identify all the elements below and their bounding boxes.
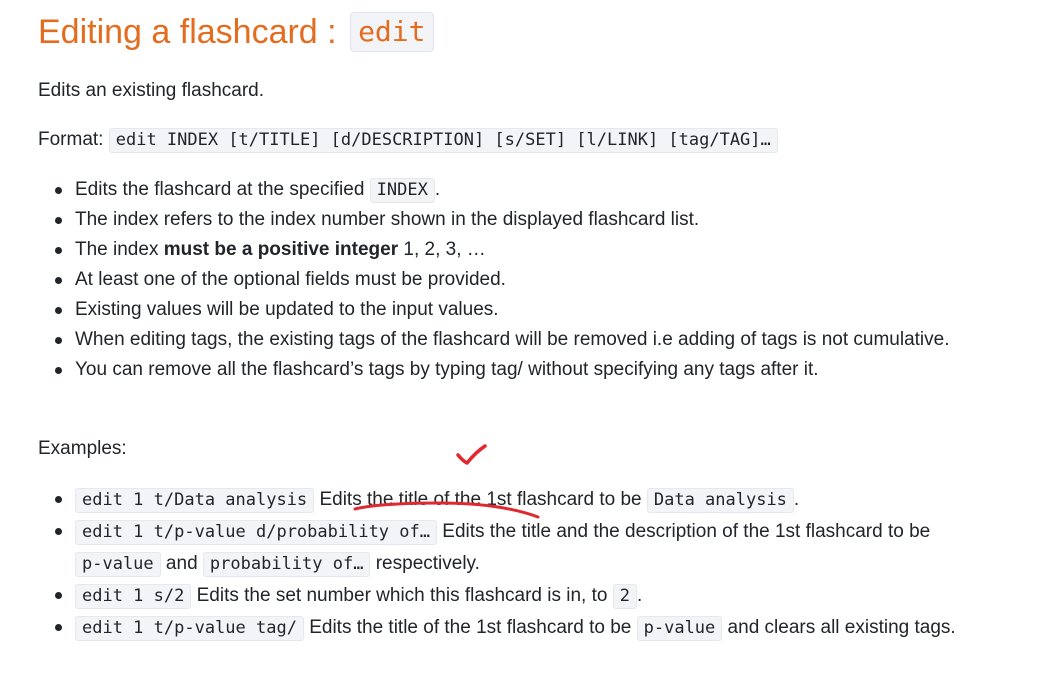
example-text: Edits the set number which this flashcar… <box>191 585 613 606</box>
example-code: Data analysis <box>646 488 794 513</box>
list-item: When editing tags, the existing tags of … <box>38 325 958 355</box>
example-text: and clears all existing tags. <box>722 617 956 638</box>
list-item: The index refers to the index number sho… <box>38 205 958 235</box>
example-text: . <box>793 489 800 510</box>
example-text: Edits the title of the 1st flashcard to … <box>303 617 637 638</box>
rules-list: Edits the flashcard at the specified IND… <box>38 175 958 385</box>
list-item: Existing values will be updated to the i… <box>38 295 958 325</box>
example-code: edit 1 s/2 <box>75 584 192 609</box>
example-text: Edits the title of the 1st flashcard to … <box>314 489 647 510</box>
example-code: p-value <box>75 552 161 577</box>
examples-list: edit 1 t/Data analysis Edits the title o… <box>38 484 958 644</box>
list-item-text: Edits the flashcard at the specified <box>75 179 370 200</box>
title-text: Editing a flashcard : <box>38 13 347 51</box>
format-label: Format: <box>38 129 104 150</box>
example-item: edit 1 t/p-value d/probability of… Edits… <box>38 516 958 580</box>
example-item: edit 1 s/2 Edits the set number which th… <box>38 580 958 612</box>
format-code: edit INDEX [t/TITLE] [d/DESCRIPTION] [s/… <box>108 128 778 153</box>
examples-label: Examples: <box>38 438 127 459</box>
list-item: At least one of the optional fields must… <box>38 265 958 295</box>
checkmark-icon <box>456 444 487 465</box>
list-item-text: The index <box>75 239 164 260</box>
list-item: You can remove all the flashcard’s tags … <box>38 355 958 385</box>
list-item-end: 1, 2, 3, … <box>398 239 486 260</box>
bold-text: must be a positive integer <box>163 239 399 260</box>
index-code: INDEX <box>369 178 435 203</box>
example-item: edit 1 t/Data analysis Edits the title o… <box>38 484 958 516</box>
list-item: Edits the flashcard at the specified IND… <box>38 175 958 205</box>
page-title: Editing a flashcard : edit <box>38 12 434 52</box>
example-text: . <box>636 585 643 606</box>
list-item-end: . <box>434 179 441 200</box>
intro-text: Edits an existing flashcard. <box>38 80 265 101</box>
example-text: Edits the title and the description of t… <box>437 521 931 542</box>
example-text: and <box>160 553 203 574</box>
example-code: edit 1 t/p-value d/probability of… <box>75 520 437 545</box>
example-item: edit 1 t/p-value tag/ Edits the title of… <box>38 612 958 644</box>
example-code: edit 1 t/Data analysis <box>75 488 315 513</box>
format-line: Format: edit INDEX [t/TITLE] [d/DESCRIPT… <box>38 126 778 154</box>
title-code: edit <box>350 12 434 52</box>
example-code: 2 <box>612 584 637 609</box>
example-text: respectively. <box>370 553 480 574</box>
example-code: p-value <box>636 616 723 641</box>
list-item: The index must be a positive integer 1, … <box>38 235 958 265</box>
example-code: edit 1 t/p-value tag/ <box>75 616 304 641</box>
example-code: probability of… <box>202 552 371 577</box>
